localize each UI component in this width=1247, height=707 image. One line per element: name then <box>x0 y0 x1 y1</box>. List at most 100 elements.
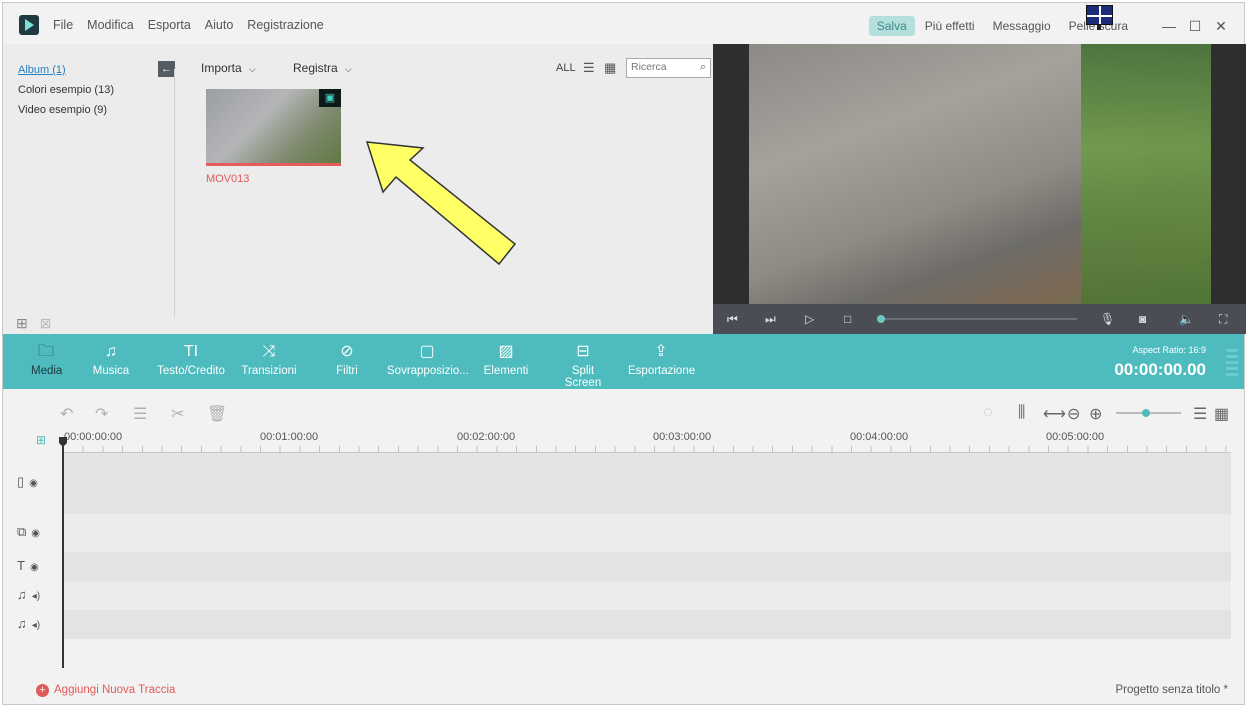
tab-text[interactable]: TI Testo/Credito <box>155 342 227 377</box>
microphone-icon[interactable]: 🎙 <box>1100 312 1115 326</box>
audio-track-2-header: ♫ ◂) <box>17 616 40 631</box>
speaker-icon[interactable]: ◂) <box>32 591 40 602</box>
search-icon[interactable]: ⌕ <box>700 61 706 74</box>
stop-icon[interactable]: □ <box>844 312 851 326</box>
media-clip-thumbnail[interactable]: ▣ <box>206 89 341 166</box>
ruler-label: 00:02:00:00 <box>457 431 516 443</box>
snap-icon[interactable]: ⊞ <box>36 433 46 447</box>
video-track-header: ▯ ◉ <box>17 474 38 490</box>
menu-file[interactable]: File <box>53 18 73 32</box>
tab-split-screen[interactable]: ⊟ Split Screen <box>553 342 613 389</box>
text-track-header: T ◉ <box>17 558 39 573</box>
playhead[interactable] <box>62 440 64 668</box>
grid-view-icon[interactable]: ▦ <box>604 60 616 76</box>
chevron-down-icon: ⌵ <box>345 64 352 74</box>
render-icon[interactable]: ◌ <box>983 404 993 422</box>
menu-esporta[interactable]: Esporta <box>148 18 191 32</box>
delete-folder-icon[interactable]: ⊠ <box>40 315 52 332</box>
video-camera-icon: ▣ <box>319 89 341 107</box>
text-track[interactable] <box>63 552 1231 581</box>
zoom-slider-handle[interactable] <box>1142 409 1150 417</box>
resize-grip[interactable] <box>1226 346 1238 376</box>
folder-icon: 🗀 <box>37 343 54 360</box>
tab-elements[interactable]: ▨ Elementi <box>483 342 529 377</box>
flag-icon <box>1086 5 1113 25</box>
ruler-label: 00:05:00:00 <box>1046 431 1105 443</box>
filter-all[interactable]: ALL <box>556 62 576 74</box>
grid-view-icon[interactable]: ▦ <box>1214 404 1229 424</box>
adjust-icon[interactable]: ☰ <box>133 404 147 424</box>
preview-panel: ⏮ ⏭ ▷ □ 🎙 ◙ 🔈 ⛶ <box>713 44 1246 334</box>
tab-music[interactable]: ♫ Musica <box>92 342 130 377</box>
new-folder-icon[interactable]: ⊞ <box>16 315 28 332</box>
zoom-slider[interactable] <box>1116 409 1181 417</box>
volume-icon[interactable]: 🔈 <box>1179 312 1194 326</box>
menu-bar: File Modifica Esporta Aiuto Registrazion… <box>53 18 324 32</box>
filter-icon: ⊘ <box>340 343 354 360</box>
import-label: Importa <box>201 61 242 75</box>
timeline-toolbar: ↶ ↷ ☰ ✂ 🗑 ◌ ⫼ ⟷ ⊖ ⊕ ☰ ▦ <box>3 389 1244 437</box>
media-library: Album (1) Colori esempio (13) Video esem… <box>3 44 713 334</box>
tab-media[interactable]: 🗀 Media <box>31 342 62 377</box>
zoom-out-icon[interactable]: ⊖ <box>1067 404 1080 424</box>
tab-export[interactable]: ⇪ Esportazione <box>628 342 695 377</box>
menu-modifica[interactable]: Modifica <box>87 18 134 32</box>
text-icon: TI <box>183 343 199 360</box>
video-track[interactable] <box>63 453 1231 514</box>
search-placeholder: Ricerca <box>631 61 667 73</box>
undo-icon[interactable]: ↶ <box>60 404 73 424</box>
app-window: File Modifica Esporta Aiuto Registrazion… <box>2 2 1246 705</box>
import-dropdown[interactable]: Importa ⌵ <box>201 61 256 75</box>
play-icon[interactable]: ▷ <box>805 312 814 326</box>
tab-filters[interactable]: ⊘ Filtri <box>333 342 361 377</box>
menu-registrazione[interactable]: Registrazione <box>247 18 323 32</box>
speaker-icon[interactable]: ◂) <box>32 620 40 631</box>
step-forward-icon[interactable]: ⏭ <box>765 312 776 327</box>
maximize-icon[interactable]: ☐ <box>1188 18 1202 35</box>
timecode-display: 00:00:00.00 <box>1114 360 1206 379</box>
eye-icon[interactable]: ◉ <box>30 562 39 573</box>
cut-icon[interactable]: ✂ <box>171 404 184 424</box>
fullscreen-icon[interactable]: ⛶ <box>1219 312 1227 327</box>
album-item-video-esempio[interactable]: Video esempio (9) <box>18 100 114 120</box>
eye-icon[interactable]: ◉ <box>29 478 38 489</box>
search-input[interactable]: Ricerca ⌕ <box>626 58 711 78</box>
tab-overlays[interactable]: ▢ Sovrapposizio... <box>387 342 469 377</box>
fit-timeline-icon[interactable]: ⟷ <box>1043 404 1066 424</box>
list-view-icon[interactable]: ☰ <box>1193 404 1207 424</box>
flag-stand-icon <box>1097 25 1101 30</box>
overlay-track[interactable] <box>63 514 1231 552</box>
zoom-in-icon[interactable]: ⊕ <box>1089 404 1102 424</box>
delete-icon[interactable]: 🗑 <box>207 404 227 424</box>
redo-icon[interactable]: ↷ <box>95 404 108 424</box>
video-preview[interactable] <box>749 44 1211 304</box>
audio-track-2[interactable] <box>63 610 1231 639</box>
eye-icon[interactable]: ◉ <box>31 528 40 539</box>
skip-back-icon[interactable]: ⏮ <box>727 312 738 327</box>
export-icon: ⇪ <box>654 343 668 360</box>
ruler-label: 00:01:00:00 <box>260 431 319 443</box>
tab-transitions[interactable]: ⤨ Transizioni <box>241 342 297 377</box>
playback-progress[interactable] <box>877 315 1077 323</box>
save-button[interactable]: Salva <box>868 16 915 36</box>
record-dropdown[interactable]: Registra ⌵ <box>293 61 352 75</box>
album-item-album[interactable]: Album (1) <box>18 60 114 80</box>
media-clip-name: MOV013 <box>206 173 250 185</box>
list-view-icon[interactable]: ☰ <box>583 60 595 76</box>
minimize-icon[interactable]: — <box>1162 18 1176 34</box>
progress-handle[interactable] <box>877 315 885 323</box>
audio-track-1[interactable] <box>63 581 1231 610</box>
add-track-button[interactable]: + Aggiungi Nuova Traccia <box>36 684 175 697</box>
audio-mixer-icon[interactable]: ⫼ <box>1018 404 1025 422</box>
album-item-colori-esempio[interactable]: Colori esempio (13) <box>18 80 114 100</box>
close-icon[interactable]: ✕ <box>1214 18 1228 35</box>
collapse-panel-button[interactable]: ← <box>158 61 175 77</box>
timeline-ruler[interactable]: 00:00:00:00 00:01:00:00 00:02:00:00 00:0… <box>63 431 1231 453</box>
menu-aiuto[interactable]: Aiuto <box>205 18 234 32</box>
album-list: Album (1) Colori esempio (13) Video esem… <box>18 60 114 120</box>
message-link[interactable]: Messaggio <box>993 19 1051 33</box>
more-effects-link[interactable]: Più effetti <box>925 19 975 33</box>
music-note-icon: ♫ <box>105 343 117 360</box>
overlay-track-header: ⧉ ◉ <box>17 524 40 540</box>
camera-icon[interactable]: ◙ <box>1139 312 1146 326</box>
